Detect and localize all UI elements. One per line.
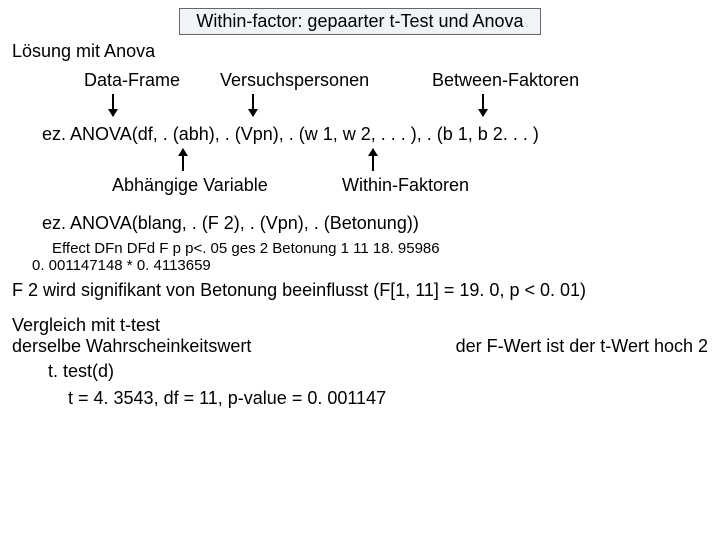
ttest-call: t. test(d) <box>48 361 708 382</box>
stats-header: Effect DFn DFd F p p<. 05 ges 2 Betonung… <box>52 240 708 257</box>
label-dep-var: Abhängige Variable <box>112 175 268 196</box>
stats-values: 0. 001147148 * 0. 4113659 <box>32 257 708 274</box>
up-arrows-row <box>12 149 708 175</box>
title-box: Within-factor: gepaarter t-Test und Anov… <box>179 8 540 35</box>
bottom-labels-row: Abhängige Variable Within-Faktoren <box>12 175 708 199</box>
anova-generic-call: ez. ANOVA(df, . (abh), . (Vpn), . (w 1, … <box>42 124 708 145</box>
top-labels-row: Data-Frame Versuchspersonen Between-Fakt… <box>12 70 708 94</box>
ttest-left-line1: Vergleich mit t-test <box>12 315 251 336</box>
arrow-down-icon <box>482 94 484 116</box>
label-data-frame: Data-Frame <box>84 70 180 91</box>
conclusion-text: F 2 wird signifikant von Betonung beeinf… <box>12 280 708 301</box>
label-within: Within-Faktoren <box>342 175 469 196</box>
ttest-right-line: der F-Wert ist der t-Wert hoch 2 <box>456 336 708 357</box>
arrow-up-icon <box>182 149 184 171</box>
label-between: Between-Faktoren <box>432 70 579 91</box>
ttest-compare-row: Vergleich mit t-test derselbe Wahrschein… <box>12 315 708 357</box>
subtitle: Lösung mit Anova <box>12 41 708 62</box>
down-arrows-row <box>12 94 708 120</box>
label-subjects: Versuchspersonen <box>220 70 369 91</box>
ttest-left-block: Vergleich mit t-test derselbe Wahrschein… <box>12 315 251 357</box>
ttest-left-line2: derselbe Wahrscheinkeitswert <box>12 336 251 357</box>
page-title: Within-factor: gepaarter t-Test und Anov… <box>196 11 523 31</box>
arrow-up-icon <box>372 149 374 171</box>
ttest-output: t = 4. 3543, df = 11, p-value = 0. 00114… <box>68 388 708 409</box>
anova-example-call: ez. ANOVA(blang, . (F 2), . (Vpn), . (Be… <box>42 213 708 234</box>
arrow-down-icon <box>252 94 254 116</box>
arrow-down-icon <box>112 94 114 116</box>
